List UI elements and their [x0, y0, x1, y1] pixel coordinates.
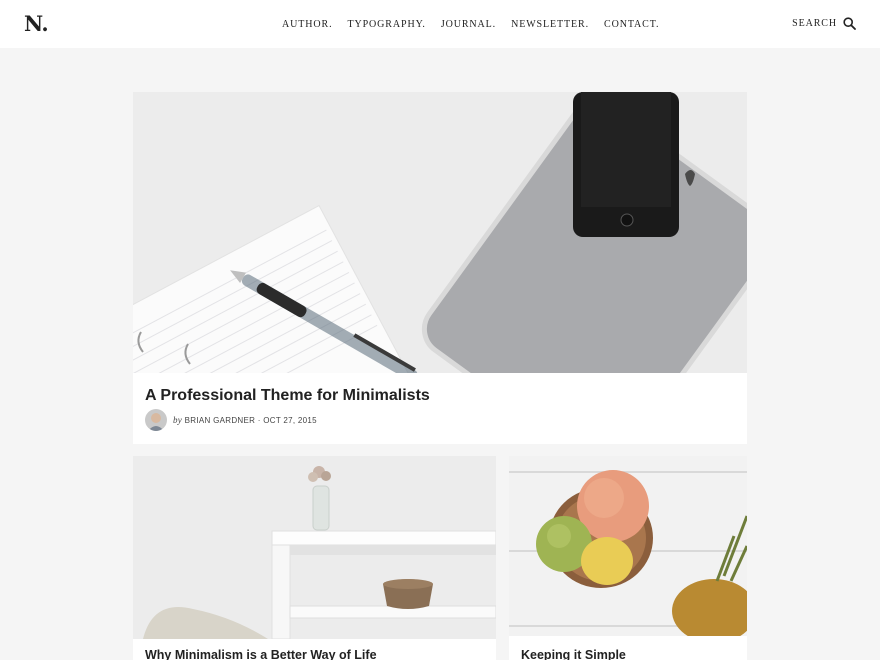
post-meta: by BRIAN GARDNER · OCT 27, 2015 — [145, 409, 317, 431]
nav-typography[interactable]: TYPOGRAPHY. — [347, 19, 425, 30]
site-header: N. AUTHOR. TYPOGRAPHY. JOURNAL. NEWSLETT… — [0, 0, 880, 48]
nav-author[interactable]: AUTHOR. — [282, 19, 332, 30]
featured-post-card[interactable]: A Professional Theme for Minimalists by … — [133, 92, 747, 444]
post-card[interactable]: Why Minimalism is a Better Way of Life — [133, 456, 496, 660]
nav-newsletter[interactable]: NEWSLETTER. — [511, 19, 589, 30]
post-author-date: by BRIAN GARDNER · OCT 27, 2015 — [173, 415, 317, 425]
nav-journal[interactable]: JOURNAL. — [441, 19, 496, 30]
post-title[interactable]: Keeping it Simple — [521, 648, 626, 660]
search-label: SEARCH — [792, 18, 837, 29]
featured-post-image[interactable] — [133, 92, 747, 373]
post-title[interactable]: Why Minimalism is a Better Way of Life — [145, 648, 377, 660]
author-avatar — [145, 409, 167, 431]
post-image[interactable] — [509, 456, 747, 636]
post-image[interactable] — [133, 456, 496, 639]
search-icon — [843, 17, 856, 30]
site-logo[interactable]: N. — [24, 11, 49, 36]
byline-prefix: by — [173, 415, 183, 425]
search-button[interactable]: SEARCH — [792, 17, 856, 30]
featured-post-title[interactable]: A Professional Theme for Minimalists — [145, 387, 430, 405]
author-name-date[interactable]: BRIAN GARDNER · OCT 27, 2015 — [185, 416, 317, 425]
main-nav: AUTHOR. TYPOGRAPHY. JOURNAL. NEWSLETTER.… — [282, 19, 659, 30]
nav-contact[interactable]: CONTACT. — [604, 19, 659, 30]
post-card[interactable]: Keeping it Simple — [509, 456, 747, 660]
